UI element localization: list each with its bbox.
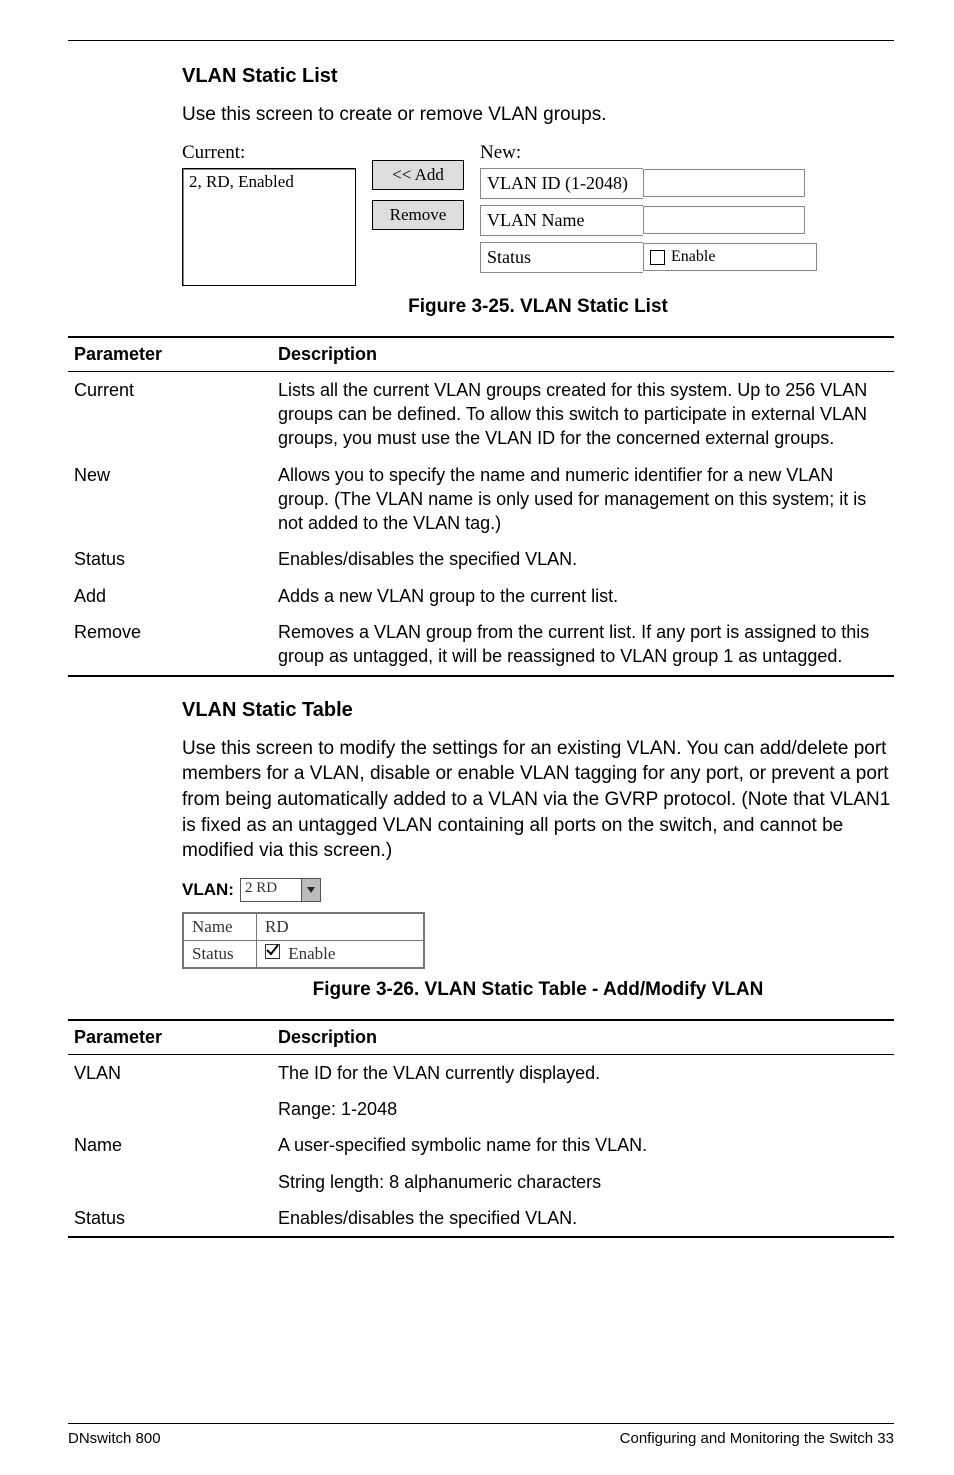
- table2-header-parameter: Parameter: [68, 1020, 272, 1055]
- vlan-select-label: VLAN:: [182, 880, 234, 900]
- table2-r1c1: VLAN: [68, 1054, 272, 1091]
- table1-r1c2: Lists all the current VLAN groups create…: [272, 371, 894, 456]
- table1-r3c1: Status: [68, 541, 272, 577]
- param-table-1: Parameter Description Current Lists all …: [68, 336, 894, 677]
- current-label: Current:: [182, 142, 356, 164]
- vlan-id-label: VLAN ID (1-2048): [480, 168, 643, 199]
- footer-left: DNswitch 800: [68, 1430, 161, 1447]
- figure-3-25-caption: Figure 3-25. VLAN Static List: [182, 296, 894, 318]
- table1-r3c2: Enables/disables the specified VLAN.: [272, 541, 894, 577]
- mini-enable-label: Enable: [288, 944, 335, 963]
- table2-r2c2a: A user-specified symbolic name for this …: [272, 1127, 894, 1163]
- section2-para: Use this screen to modify the settings f…: [182, 736, 894, 864]
- table1-header-description: Description: [272, 337, 894, 372]
- table2-r3c2: Enables/disables the specified VLAN.: [272, 1200, 894, 1237]
- table2-header-description: Description: [272, 1020, 894, 1055]
- table1-header-parameter: Parameter: [68, 337, 272, 372]
- table1-r1c1: Current: [68, 371, 272, 456]
- table2-r2c1: Name: [68, 1127, 272, 1163]
- figure-3-26: VLAN: 2 RD Name RD Status: [182, 878, 894, 969]
- status-cell: Enable: [643, 243, 817, 271]
- remove-button[interactable]: Remove: [372, 200, 464, 230]
- table1-r5c1: Remove: [68, 614, 272, 676]
- page-footer: DNswitch 800 Configuring and Monitoring …: [68, 1423, 894, 1447]
- figure-3-25: Current: 2, RD, Enabled << Add Remove Ne…: [182, 142, 894, 286]
- vlan-dropdown-value: 2 RD: [241, 879, 301, 901]
- footer-right: Configuring and Monitoring the Switch 33: [620, 1430, 894, 1447]
- vlan-id-input[interactable]: [643, 169, 805, 197]
- new-label: New:: [480, 142, 817, 164]
- section-title-static-table: VLAN Static Table: [182, 699, 894, 722]
- figure-3-26-caption: Figure 3-26. VLAN Static Table - Add/Mod…: [182, 979, 894, 1001]
- enable-checkbox-checked[interactable]: [265, 944, 280, 959]
- list-item: 2, RD, Enabled: [189, 172, 294, 191]
- section-intro: Use this screen to create or remove VLAN…: [182, 102, 894, 128]
- param-table-2: Parameter Description VLAN The ID for th…: [68, 1019, 894, 1238]
- status-label: Status: [480, 242, 643, 273]
- vlan-name-label: VLAN Name: [480, 205, 643, 236]
- table1-r2c2: Allows you to specify the name and numer…: [272, 457, 894, 542]
- vlan-dropdown[interactable]: 2 RD: [240, 878, 321, 902]
- enable-checkbox[interactable]: [650, 250, 665, 265]
- vlan-name-input[interactable]: [643, 206, 805, 234]
- table2-r2c2b: String length: 8 alphanumeric characters: [272, 1164, 894, 1200]
- table1-r4c2: Adds a new VLAN group to the current lis…: [272, 578, 894, 614]
- table1-r2c1: New: [68, 457, 272, 542]
- table1-r5c2: Removes a VLAN group from the current li…: [272, 614, 894, 676]
- mini-status-label: Status: [183, 940, 257, 968]
- enable-label: Enable: [671, 248, 715, 266]
- mini-name-label: Name: [183, 913, 257, 941]
- add-button[interactable]: << Add: [372, 160, 464, 190]
- table2-r1c2a: The ID for the VLAN currently displayed.: [272, 1054, 894, 1091]
- top-rule: [68, 40, 894, 41]
- table1-r4c1: Add: [68, 578, 272, 614]
- mini-table: Name RD Status Enable: [182, 912, 425, 969]
- current-listbox[interactable]: 2, RD, Enabled: [182, 168, 356, 286]
- table2-r1c2b: Range: 1-2048: [272, 1091, 894, 1127]
- chevron-down-icon: [301, 879, 320, 901]
- mini-status-value: Enable: [257, 940, 425, 968]
- section-title-static-list: VLAN Static List: [182, 65, 894, 88]
- mini-name-value[interactable]: RD: [257, 913, 425, 941]
- table2-r3c1: Status: [68, 1200, 272, 1237]
